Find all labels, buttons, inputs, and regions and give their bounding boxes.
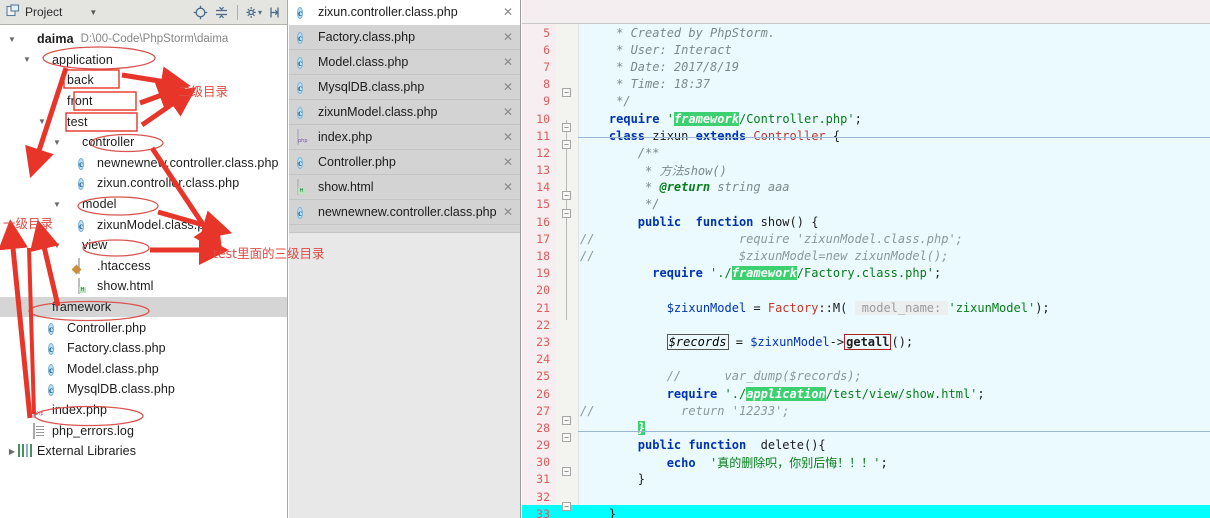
- annotation-label-3: test里面的三级目录: [213, 246, 325, 261]
- anno-box-front: [73, 91, 137, 111]
- phpstorm-window: Project ▼ ▾ ▼ daima D:\00-Code\PhpStorm\…: [0, 0, 1210, 518]
- anno-arrow-back: [121, 66, 191, 97]
- anno-ellipse-view: [82, 239, 150, 257]
- anno-ellipse-application: [42, 46, 156, 70]
- anno-box-back: [63, 69, 120, 89]
- anno-arrow-application-down: [25, 67, 69, 179]
- annotation-overlay: [0, 46, 233, 427]
- anno-arrow-framework-up: [29, 219, 61, 307]
- annotation-label-2: 一级目录: [3, 216, 54, 231]
- anno-line-index-up: [27, 247, 36, 415]
- anno-ellipse-framework: [28, 300, 150, 322]
- anno-box-test: [65, 112, 138, 132]
- annotation-label-1: 二级目录: [178, 84, 229, 99]
- anno-arrow-up-left: [0, 219, 33, 419]
- anno-ellipse-model: [77, 196, 159, 216]
- anno-arrow-model-label: [157, 209, 233, 240]
- anno-arrow-front: [139, 81, 188, 110]
- anno-ellipse-indexphp: [34, 405, 144, 427]
